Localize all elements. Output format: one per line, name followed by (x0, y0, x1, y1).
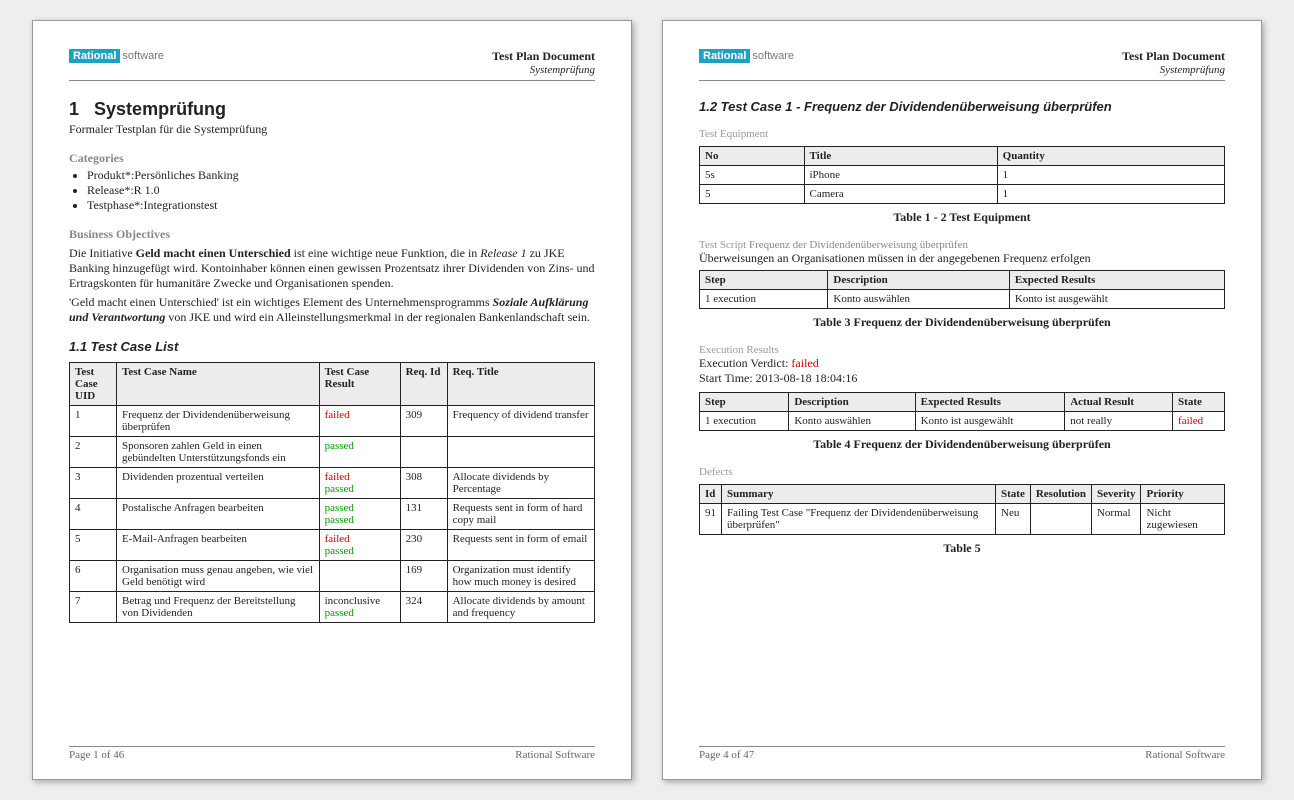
logo-brand: Rational (699, 49, 750, 63)
page-4: Rational software Test Plan Document Sys… (662, 20, 1262, 780)
table-row: 3Dividenden prozentual verteilenfailedpa… (70, 468, 595, 499)
execution-start-time: Start Time: 2013-08-18 18:04:16 (699, 371, 1225, 386)
table-caption: Table 1 - 2 Test Equipment (699, 210, 1225, 225)
page-footer: Page 1 of 46 Rational Software (69, 746, 595, 761)
test-equipment-label: Test Equipment (699, 128, 1225, 140)
test-script-table: StepDescriptionExpected Results 1 execut… (699, 270, 1225, 309)
category-item: Produkt*:Persönliches Banking (87, 168, 595, 183)
column-header: Description (828, 271, 1010, 290)
column-header: Test Case UID (70, 363, 117, 406)
page-header: Rational software Test Plan Document Sys… (699, 49, 1225, 81)
column-header: State (996, 485, 1031, 504)
table-row: 5Camera1 (700, 185, 1225, 204)
column-header: Req. Title (447, 363, 594, 406)
column-header: Step (700, 271, 828, 290)
logo: Rational software (69, 49, 164, 63)
column-header: Req. Id (400, 363, 447, 406)
column-header: Test Case Name (117, 363, 320, 406)
logo-brand: Rational (69, 49, 120, 63)
logo: Rational software (699, 49, 794, 63)
column-header: Id (700, 485, 722, 504)
table-row: 2Sponsoren zahlen Geld in einen gebündel… (70, 437, 595, 468)
column-header: No (700, 147, 805, 166)
doc-subtitle: Systemprüfung (492, 64, 595, 76)
test-script-desc: Überweisungen an Organisationen müssen i… (699, 251, 1225, 266)
table-row: 91Failing Test Case "Frequenz der Divide… (700, 504, 1225, 535)
category-item: Testphase*:Integrationstest (87, 198, 595, 213)
doc-title: Test Plan Document (1122, 49, 1225, 64)
column-header: Expected Results (1009, 271, 1224, 290)
doc-title-block: Test Plan Document Systemprüfung (1122, 49, 1225, 76)
table-caption: Table 5 (699, 541, 1225, 556)
business-objectives-label: Business Objectives (69, 227, 595, 242)
page-header: Rational software Test Plan Document Sys… (69, 49, 595, 81)
table-row: 4Postalische Anfragen bearbeitenpassedpa… (70, 499, 595, 530)
column-header: Summary (722, 485, 996, 504)
table-row: 5siPhone1 (700, 166, 1225, 185)
logo-suffix: software (752, 50, 794, 62)
objectives-p1: Die Initiative Geld macht einen Untersch… (69, 246, 595, 291)
execution-results-label: Execution Results (699, 344, 1225, 356)
column-header: State (1173, 393, 1225, 412)
table-caption: Table 3 Frequenz der Dividendenüberweisu… (699, 315, 1225, 330)
table-row: 1 executionKonto auswählenKonto ist ausg… (700, 290, 1225, 309)
table-row: 5E-Mail-Anfragen bearbeitenfailedpassed2… (70, 530, 595, 561)
column-header: Test Case Result (319, 363, 400, 406)
category-item: Release*:R 1.0 (87, 183, 595, 198)
test-case-heading: 1.2 Test Case 1 - Frequenz der Dividende… (699, 99, 1225, 114)
table-row: 7Betrag und Frequenz der Bereitstellung … (70, 592, 595, 623)
doc-title-block: Test Plan Document Systemprüfung (492, 49, 595, 76)
column-header: Actual Result (1065, 393, 1173, 412)
table-caption: Table 4 Frequenz der Dividendenüberweisu… (699, 437, 1225, 452)
column-header: Expected Results (915, 393, 1065, 412)
test-case-list-table: Test Case UIDTest Case NameTest Case Res… (69, 362, 595, 623)
logo-suffix: software (122, 50, 164, 62)
test-equipment-table: NoTitleQuantity 5siPhone15Camera1 (699, 146, 1225, 204)
column-header: Title (804, 147, 997, 166)
column-header: Description (789, 393, 915, 412)
footer-company: Rational Software (515, 749, 595, 761)
footer-page: Page 1 of 46 (69, 749, 124, 761)
table-row: 6Organisation muss genau angeben, wie vi… (70, 561, 595, 592)
page-1: Rational software Test Plan Document Sys… (32, 20, 632, 780)
test-script-label: Test Script Frequenz der Dividendenüberw… (699, 239, 1225, 251)
column-header: Severity (1091, 485, 1140, 504)
execution-results-table: StepDescriptionExpected ResultsActual Re… (699, 392, 1225, 431)
column-header: Resolution (1030, 485, 1091, 504)
section-heading: 1 Systemprüfung (69, 99, 595, 120)
page-footer: Page 4 of 47 Rational Software (699, 746, 1225, 761)
defects-table: IdSummaryStateResolutionSeverityPriority… (699, 484, 1225, 535)
column-header: Quantity (997, 147, 1224, 166)
section-subtitle: Formaler Testplan für die Systemprüfung (69, 122, 595, 137)
column-header: Step (700, 393, 789, 412)
categories-list: Produkt*:Persönliches BankingRelease*:R … (87, 168, 595, 213)
doc-subtitle: Systemprüfung (1122, 64, 1225, 76)
table-row: 1Frequenz der Dividendenüberweisung über… (70, 406, 595, 437)
defects-label: Defects (699, 466, 1225, 478)
column-header: Priority (1141, 485, 1225, 504)
table-row: 1 executionKonto auswählenKonto ist ausg… (700, 412, 1225, 431)
categories-label: Categories (69, 151, 595, 166)
footer-page: Page 4 of 47 (699, 749, 754, 761)
doc-title: Test Plan Document (492, 49, 595, 64)
objectives-p2: 'Geld macht einen Unterschied' ist ein w… (69, 295, 595, 325)
execution-verdict: Execution Verdict: failed (699, 356, 1225, 371)
test-case-list-heading: 1.1 Test Case List (69, 339, 595, 354)
footer-company: Rational Software (1145, 749, 1225, 761)
